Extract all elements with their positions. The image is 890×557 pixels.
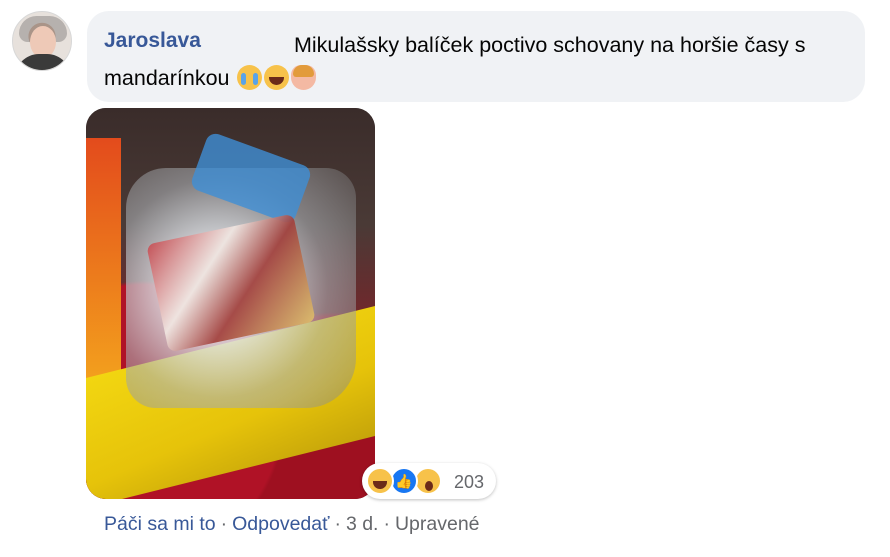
comment-text: Mikulašsky balíček poctivo schovany na h… — [104, 33, 806, 90]
edited-label[interactable]: Upravené — [395, 513, 480, 535]
separator: · — [383, 513, 390, 535]
commenter-avatar[interactable] — [12, 11, 72, 71]
comment-author[interactable]: Jaroslava — [104, 29, 201, 53]
avatar-shoulders — [15, 54, 71, 70]
haha-reaction-icon — [366, 467, 394, 495]
reaction-count: 203 — [454, 472, 485, 492]
comment-actions: Páči sa mi to · Odpovedať · 3 d. · Upravené — [104, 513, 480, 536]
tears-of-joy-icon — [264, 65, 290, 90]
loudly-crying-face-icon — [237, 65, 263, 90]
comment-timestamp[interactable]: 3 d. — [346, 513, 379, 535]
like-reaction-icon: 👍 — [390, 467, 418, 495]
separator: · — [220, 513, 228, 535]
comment-text-block: Mikulašsky balíček poctivo schovany na h… — [104, 29, 844, 95]
like-button[interactable]: Páči sa mi to — [104, 513, 216, 535]
comment-photo[interactable] — [86, 108, 375, 499]
reactions-summary[interactable]: 👍 203 — [362, 463, 496, 499]
wow-reaction-icon — [414, 467, 442, 495]
separator: · — [334, 513, 341, 535]
reply-button[interactable]: Odpovedať — [232, 513, 329, 535]
person-gesturing-ok-icon — [291, 65, 317, 90]
